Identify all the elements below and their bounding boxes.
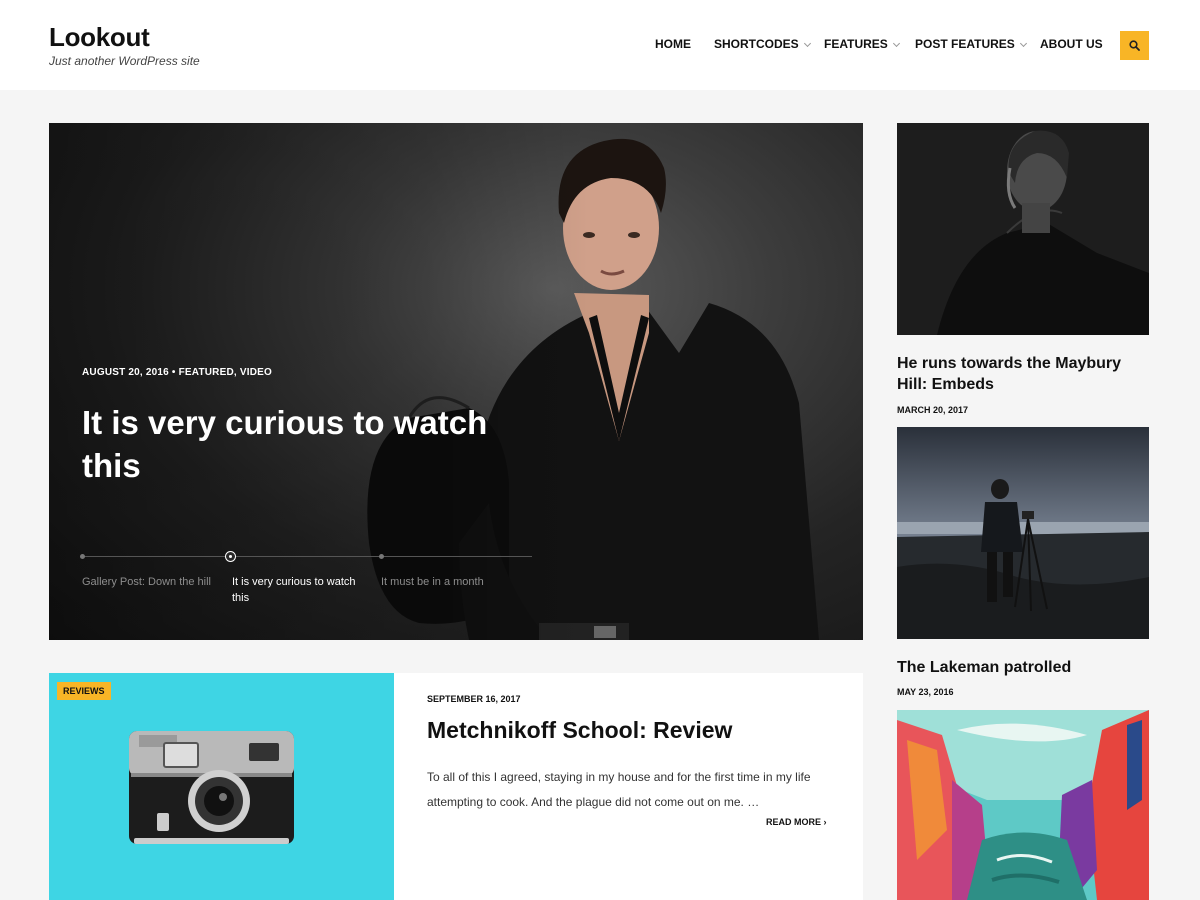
painted-canal-image (897, 710, 1149, 900)
review-post-card: REVIEWS SEPTEMBER 16, 2017 Metchnikoff S… (49, 673, 863, 900)
review-post-image[interactable]: REVIEWS (49, 673, 394, 900)
nav-item-label: FEATURES (824, 37, 888, 51)
hero-slider[interactable]: AUGUST 20, 2016 • FEATURED, VIDEO It is … (49, 123, 863, 640)
slider-dot[interactable] (379, 554, 384, 559)
nav-item-home[interactable]: HOME (655, 37, 691, 51)
nav-item-label: HOME (655, 37, 691, 51)
hero-post-meta: AUGUST 20, 2016 • FEATURED, VIDEO (82, 367, 272, 378)
slider-track (82, 556, 532, 557)
camera-image (129, 731, 294, 844)
sidebar-post-title-2[interactable]: The Lakeman patrolled (897, 657, 1152, 678)
slider-dot[interactable] (80, 554, 85, 559)
chevron-down-icon (803, 39, 811, 48)
nav-item-about-us[interactable]: ABOUT US (1040, 37, 1103, 51)
slide-label-gallery-post[interactable]: Gallery Post: Down the hill (82, 574, 222, 590)
main-navigation: HOME SHORTCODES FEATURES POST FEATURES A… (0, 37, 1200, 55)
nav-item-shortcodes[interactable]: SHORTCODES (714, 37, 811, 51)
hero-post-title[interactable]: It is very curious to watch this (82, 401, 552, 487)
category-badge-reviews[interactable]: REVIEWS (57, 682, 111, 700)
sidebar-post-image-3[interactable] (897, 710, 1149, 900)
nav-item-features[interactable]: FEATURES (824, 37, 900, 51)
review-post-date: SEPTEMBER 16, 2017 (427, 694, 521, 704)
sidebar-post-date-2: MAY 23, 2016 (897, 687, 954, 697)
review-post-title[interactable]: Metchnikoff School: Review (427, 717, 732, 744)
hero-overlay (49, 123, 589, 640)
slider-dot-active[interactable] (225, 551, 236, 562)
nav-item-post-features[interactable]: POST FEATURES (915, 37, 1027, 51)
man-profile-image (897, 123, 1149, 335)
sidebar-post-image-1[interactable] (897, 123, 1149, 335)
nav-item-label: SHORTCODES (714, 37, 799, 51)
sidebar-post-title-1[interactable]: He runs towards the Maybury Hill: Embeds (897, 353, 1152, 395)
nav-item-label: POST FEATURES (915, 37, 1015, 51)
nav-item-label: ABOUT US (1040, 37, 1103, 51)
chevron-down-icon (892, 39, 900, 48)
sidebar-post-image-2[interactable] (897, 427, 1149, 639)
site-tagline: Just another WordPress site (49, 54, 200, 68)
search-button[interactable] (1120, 31, 1149, 60)
chevron-down-icon (1019, 39, 1027, 48)
search-icon (1129, 40, 1140, 51)
sidebar-post-date-1: MARCH 20, 2017 (897, 405, 969, 415)
read-more-link[interactable]: READ MORE › (766, 817, 827, 827)
review-post-excerpt: To all of this I agreed, staying in my h… (427, 770, 811, 809)
slide-label-month[interactable]: It must be in a month (381, 574, 521, 590)
photographer-image (897, 427, 1149, 639)
site-header: Lookout Just another WordPress site HOME… (0, 0, 1200, 90)
slide-label-curious[interactable]: It is very curious to watch this (232, 574, 372, 606)
